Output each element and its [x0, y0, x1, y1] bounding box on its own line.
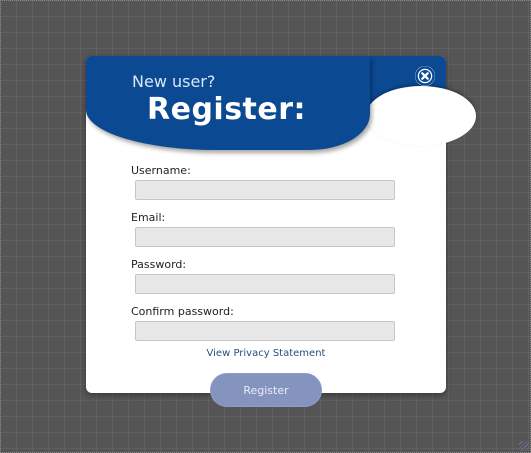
email-field-group: Email:: [131, 211, 401, 258]
registration-form: Username: Email: Password: Confirm passw…: [131, 164, 401, 352]
confirm-password-label: Confirm password:: [131, 305, 234, 318]
header-title-panel: New user? Register:: [86, 56, 370, 150]
email-input[interactable]: [135, 227, 395, 247]
resize-grip-icon[interactable]: [519, 441, 529, 451]
password-input[interactable]: [135, 274, 395, 294]
privacy-statement-link[interactable]: View Privacy Statement: [86, 348, 446, 359]
dialog-title: Register:: [147, 92, 307, 127]
password-label: Password:: [131, 258, 187, 271]
email-label: Email:: [131, 211, 166, 224]
header-curve-decoration: [366, 86, 476, 146]
username-field-group: Username:: [131, 164, 401, 211]
close-button[interactable]: [415, 66, 435, 86]
password-field-group: Password:: [131, 258, 401, 305]
confirm-password-input[interactable]: [135, 321, 395, 341]
register-button[interactable]: Register: [210, 373, 322, 407]
username-label: Username:: [131, 164, 191, 177]
register-dialog: New user? Register: Username: Email: Pas…: [86, 56, 476, 393]
dialog-subtitle: New user?: [132, 72, 216, 91]
close-circle-x-icon: [415, 66, 435, 86]
username-input[interactable]: [135, 180, 395, 200]
confirm-password-field-group: Confirm password:: [131, 305, 401, 352]
